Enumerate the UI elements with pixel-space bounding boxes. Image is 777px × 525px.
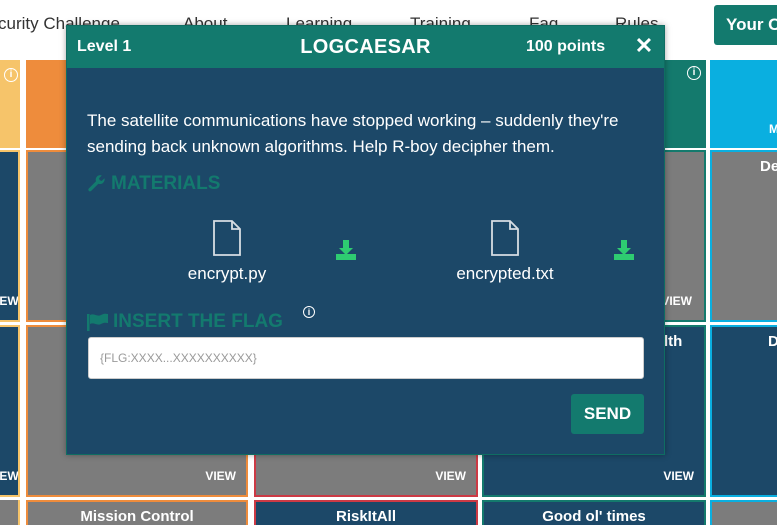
send-button[interactable]: SEND [571, 394, 644, 434]
challenge-tile[interactable]: RiskItAll [254, 500, 478, 525]
info-icon[interactable]: i [687, 66, 701, 80]
file-name: encrypted.txt [456, 264, 554, 283]
materials-heading-text: MATERIALS [111, 173, 221, 194]
challenge-tile[interactable]: Mission Control [26, 500, 248, 525]
file-name: encrypt.py [187, 264, 267, 283]
view-link[interactable]: IEW [0, 294, 18, 308]
info-icon[interactable]: i [4, 68, 18, 82]
challenge-tile[interactable]: VIEW [660, 150, 706, 322]
challenge-tile[interactable]: D [710, 325, 777, 497]
view-link[interactable]: VIEW [663, 469, 694, 483]
challenge-tile[interactable] [710, 500, 777, 525]
challenge-tile[interactable]: i [660, 60, 706, 148]
info-icon[interactable]: i [303, 306, 315, 318]
view-link[interactable]: VIEW [435, 469, 466, 483]
materials-heading: MATERIALS [87, 173, 220, 195]
close-icon[interactable]: ✕ [633, 33, 655, 59]
flag-heading: INSERT THE FLAG [87, 311, 283, 333]
file-icon [213, 220, 241, 256]
challenge-tile[interactable] [0, 500, 20, 525]
download-icon[interactable] [613, 239, 635, 261]
tile-title: Good ol' times [542, 508, 646, 525]
modal-header: Level 1 LOGCAESAR 100 points ✕ [67, 26, 664, 68]
challenge-tile[interactable] [26, 60, 70, 148]
view-link[interactable]: IEW [0, 469, 18, 483]
challenge-tile[interactable]: Good ol' times [482, 500, 706, 525]
challenge-tile[interactable]: i [0, 60, 20, 148]
flag-icon [87, 313, 108, 331]
challenge-tile[interactable] [26, 150, 70, 322]
flag-input[interactable] [88, 337, 644, 379]
account-button[interactable]: Your C [714, 5, 777, 45]
challenge-tile[interactable]: M [710, 60, 777, 148]
challenge-tile[interactable]: IEW [0, 325, 20, 497]
file-icon [491, 220, 519, 256]
download-icon[interactable] [335, 239, 357, 261]
tile-title: RiskItAll [335, 508, 396, 525]
tile-title: D [768, 333, 777, 350]
material-file[interactable]: encrypt.py [167, 220, 287, 284]
tile-label: M [769, 122, 777, 136]
view-link[interactable]: VIEW [205, 469, 236, 483]
challenge-tile[interactable]: De [710, 150, 777, 322]
view-link[interactable]: VIEW [662, 294, 692, 308]
tile-title: Mission Control [80, 508, 194, 525]
challenge-description: The satellite communications have stoppe… [87, 111, 619, 156]
flag-heading-text: INSERT THE FLAG [113, 311, 283, 332]
challenge-tile[interactable]: IEW [0, 150, 20, 322]
points-label: 100 points [526, 38, 606, 55]
tile-title: lth [664, 333, 683, 350]
wrench-icon [88, 175, 105, 192]
material-file[interactable]: encrypted.txt [445, 220, 565, 284]
challenge-modal: Level 1 LOGCAESAR 100 points ✕ The satel… [66, 25, 665, 455]
tile-title: De [760, 158, 777, 175]
